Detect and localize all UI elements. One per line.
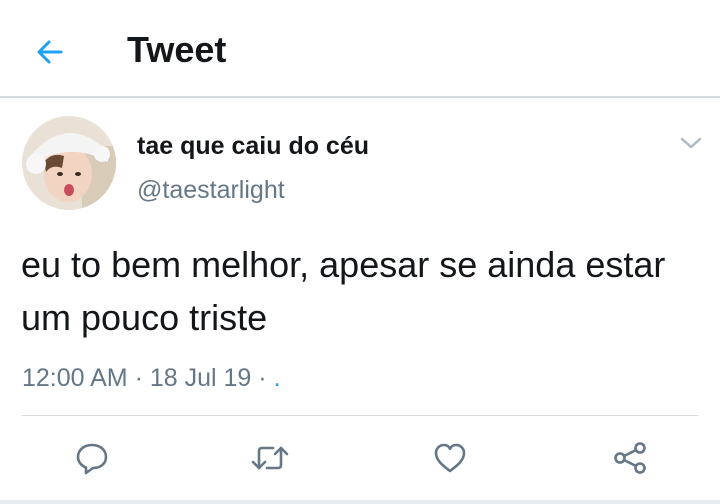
reply-button[interactable]	[72, 438, 112, 478]
page-title: Tweet	[127, 29, 227, 70]
like-button[interactable]	[430, 438, 470, 478]
share-icon	[614, 442, 646, 474]
meta-separator: ·	[134, 364, 143, 392]
retweet-button[interactable]	[250, 438, 290, 478]
meta-separator: ·	[258, 364, 267, 392]
avatar[interactable]	[22, 116, 116, 210]
divider	[22, 415, 698, 416]
top-bar: Tweet	[0, 0, 720, 98]
share-button[interactable]	[610, 438, 650, 478]
tweet-source[interactable]: .	[274, 364, 281, 392]
chevron-down-icon	[680, 137, 702, 149]
like-icon	[434, 443, 466, 473]
back-button[interactable]	[30, 32, 70, 72]
tweet-date: 18 Jul 19	[149, 364, 252, 392]
bottom-divider	[0, 500, 720, 504]
tweet-meta: 12:00 AM · 18 Jul 19 · .	[22, 362, 281, 394]
tweet-time: 12:00 AM	[22, 364, 128, 392]
display-name[interactable]: tae que caiu do céu	[137, 130, 369, 162]
reply-icon	[76, 443, 108, 475]
user-handle[interactable]: @taestarlight	[137, 174, 285, 206]
tweet-text: eu to bem melhor, apesar se ainda estar …	[21, 244, 666, 338]
retweet-icon	[251, 446, 289, 470]
avatar-image	[22, 116, 116, 210]
action-bar	[0, 430, 720, 486]
arrow-left-icon	[37, 40, 63, 64]
tweet-menu-button[interactable]	[676, 130, 706, 156]
